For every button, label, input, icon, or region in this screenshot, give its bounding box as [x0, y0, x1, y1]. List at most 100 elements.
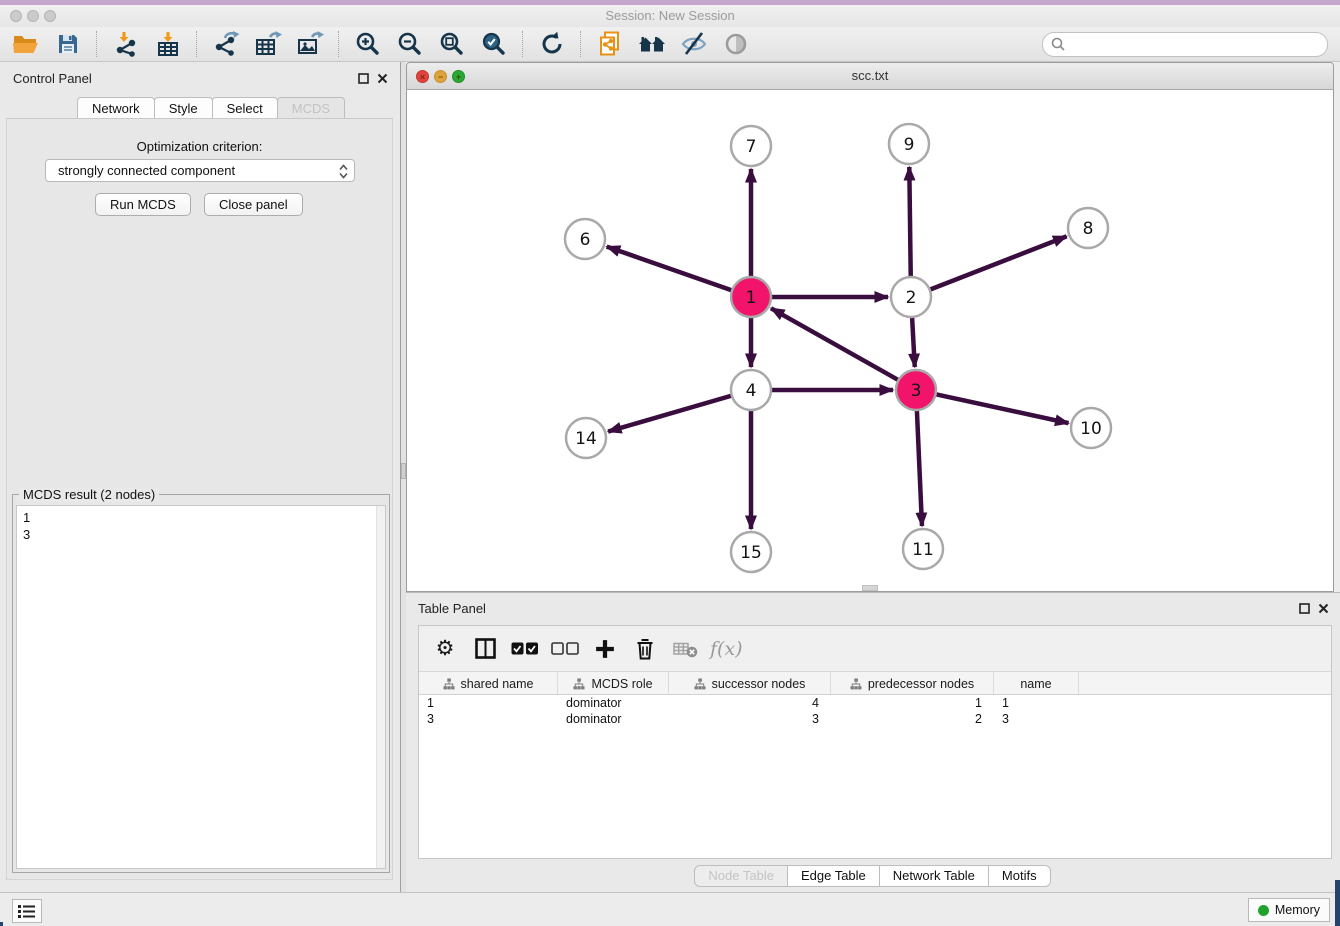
tab-node-table[interactable]: Node Table	[694, 865, 788, 887]
graph-node-9[interactable]: 9	[889, 124, 929, 164]
graph-edge-3-1[interactable]	[771, 308, 898, 379]
tab-motifs[interactable]: Motifs	[988, 865, 1051, 887]
table-cell[interactable]: 2	[831, 711, 994, 727]
zoom-selected-button[interactable]	[476, 29, 512, 59]
table-cell[interactable]: 1	[994, 695, 1079, 711]
table-row[interactable]: 1dominator411	[419, 695, 1331, 711]
result-scrollbar[interactable]	[376, 506, 385, 868]
column-header-name[interactable]: name	[994, 672, 1079, 695]
export-image-button[interactable]	[292, 29, 328, 59]
tab-style[interactable]: Style	[154, 97, 213, 120]
graph-node-8[interactable]: 8	[1068, 208, 1108, 248]
float-panel-icon[interactable]	[358, 71, 369, 89]
import-table-button[interactable]	[150, 29, 186, 59]
table-cell[interactable]: 3	[419, 711, 558, 727]
graph-edge-2-3[interactable]	[912, 318, 915, 367]
column-header-MCDS-role[interactable]: MCDS role	[558, 672, 669, 695]
split-panel-button[interactable]	[470, 632, 500, 666]
graph-node-14[interactable]: 14	[566, 418, 606, 458]
graph-edge-3-10[interactable]	[937, 394, 1069, 423]
memory-button[interactable]: Memory	[1248, 898, 1330, 922]
show-graphics-button[interactable]	[718, 29, 754, 59]
delete-column-button[interactable]	[630, 632, 660, 666]
hierarchy-icon	[694, 678, 706, 690]
zoom-fit-button[interactable]	[434, 29, 470, 59]
zoom-out-button[interactable]	[392, 29, 428, 59]
titlebar: Session: New Session	[0, 5, 1340, 28]
table-settings-button[interactable]: ⚙	[430, 632, 460, 666]
table-cell[interactable]: dominator	[558, 711, 669, 727]
graph-node-4[interactable]: 4	[731, 370, 771, 410]
search-box[interactable]	[1042, 32, 1328, 57]
deselect-all-button[interactable]	[550, 632, 580, 666]
open-session-button[interactable]	[8, 29, 44, 59]
mcds-result-area[interactable]: 1 3	[16, 505, 386, 869]
criterion-value: strongly connected component	[58, 163, 235, 178]
table-cell[interactable]: 3	[669, 711, 831, 727]
tab-edge-table[interactable]: Edge Table	[787, 865, 880, 887]
function-builder-button[interactable]: f(x)	[710, 632, 743, 666]
table-cell[interactable]: 3	[994, 711, 1079, 727]
graph-node-2[interactable]: 2	[891, 277, 931, 317]
add-column-button[interactable]	[590, 632, 620, 666]
graph-node-6[interactable]: 6	[565, 219, 605, 259]
table-cell[interactable]: dominator	[558, 695, 669, 711]
table-cell[interactable]: 1	[419, 695, 558, 711]
network-window-titlebar[interactable]: × − + scc.txt	[407, 63, 1333, 90]
graph-edge-4-14[interactable]	[608, 396, 731, 432]
graph-node-11[interactable]: 11	[903, 529, 943, 569]
clone-network-button[interactable]	[592, 29, 628, 59]
import-network-button[interactable]	[108, 29, 144, 59]
table-panel-title: Table Panel	[418, 601, 486, 616]
close-table-panel-icon[interactable]	[1318, 601, 1329, 619]
table-row[interactable]: 3dominator323	[419, 711, 1331, 727]
canvas-scroll-grip[interactable]	[862, 585, 878, 591]
graph-node-1[interactable]: 1	[731, 277, 771, 317]
column-header-predecessor-nodes[interactable]: predecessor nodes	[831, 672, 994, 695]
status-bar: Memory	[0, 892, 1340, 926]
table-cell[interactable]: 4	[669, 695, 831, 711]
zoom-in-button[interactable]	[350, 29, 386, 59]
home-button[interactable]	[634, 29, 670, 59]
graph-node-10[interactable]: 10	[1071, 408, 1111, 448]
search-input[interactable]	[1069, 35, 1321, 54]
network-window-title: scc.txt	[407, 68, 1333, 83]
network-canvas[interactable]: 1 2 3 4 6 7 8 9 10 11 14 15	[407, 90, 1333, 591]
graph-node-7[interactable]: 7	[731, 126, 771, 166]
export-network-button[interactable]	[208, 29, 244, 59]
svg-text:7: 7	[746, 137, 757, 157]
table-toolbar: ⚙ f(x)	[419, 626, 1331, 672]
column-label: MCDS role	[591, 677, 652, 691]
delete-column-icon	[635, 638, 655, 660]
optimization-criterion-label: Optimization criterion:	[7, 139, 392, 154]
tab-mcds[interactable]: MCDS	[277, 97, 345, 120]
column-header-shared-name[interactable]: shared name	[419, 672, 558, 695]
graph-edge-3-11[interactable]	[917, 411, 922, 526]
graph-edge-1-6[interactable]	[607, 247, 731, 290]
close-panel-button[interactable]: Close panel	[204, 193, 303, 216]
chevron-up-down-icon	[338, 163, 349, 185]
tab-select[interactable]: Select	[212, 97, 278, 120]
export-table-button[interactable]	[250, 29, 286, 59]
mcds-result-text[interactable]: 1 3	[17, 506, 376, 868]
hide-details-button[interactable]	[676, 29, 712, 59]
table-cell[interactable]: 1	[831, 695, 994, 711]
graph-node-3[interactable]: 3	[896, 370, 936, 410]
save-session-button[interactable]	[50, 29, 86, 59]
apply-layout-button[interactable]	[534, 29, 570, 59]
float-table-panel-icon[interactable]	[1299, 601, 1310, 619]
task-history-button[interactable]	[12, 899, 42, 923]
tab-network[interactable]: Network	[77, 97, 155, 120]
clear-table-button[interactable]	[670, 632, 700, 666]
graph-node-15[interactable]: 15	[731, 532, 771, 572]
export-image-icon	[296, 31, 324, 57]
column-header-successor-nodes[interactable]: successor nodes	[669, 672, 831, 695]
hierarchy-icon	[850, 678, 862, 690]
select-all-button[interactable]	[510, 632, 540, 666]
graph-edge-2-9[interactable]	[909, 167, 910, 276]
criterion-dropdown[interactable]: strongly connected component	[45, 159, 355, 182]
tab-network-table[interactable]: Network Table	[879, 865, 989, 887]
graph-edge-2-8[interactable]	[931, 236, 1067, 289]
run-mcds-button[interactable]: Run MCDS	[95, 193, 191, 216]
close-panel-icon[interactable]	[377, 71, 388, 89]
